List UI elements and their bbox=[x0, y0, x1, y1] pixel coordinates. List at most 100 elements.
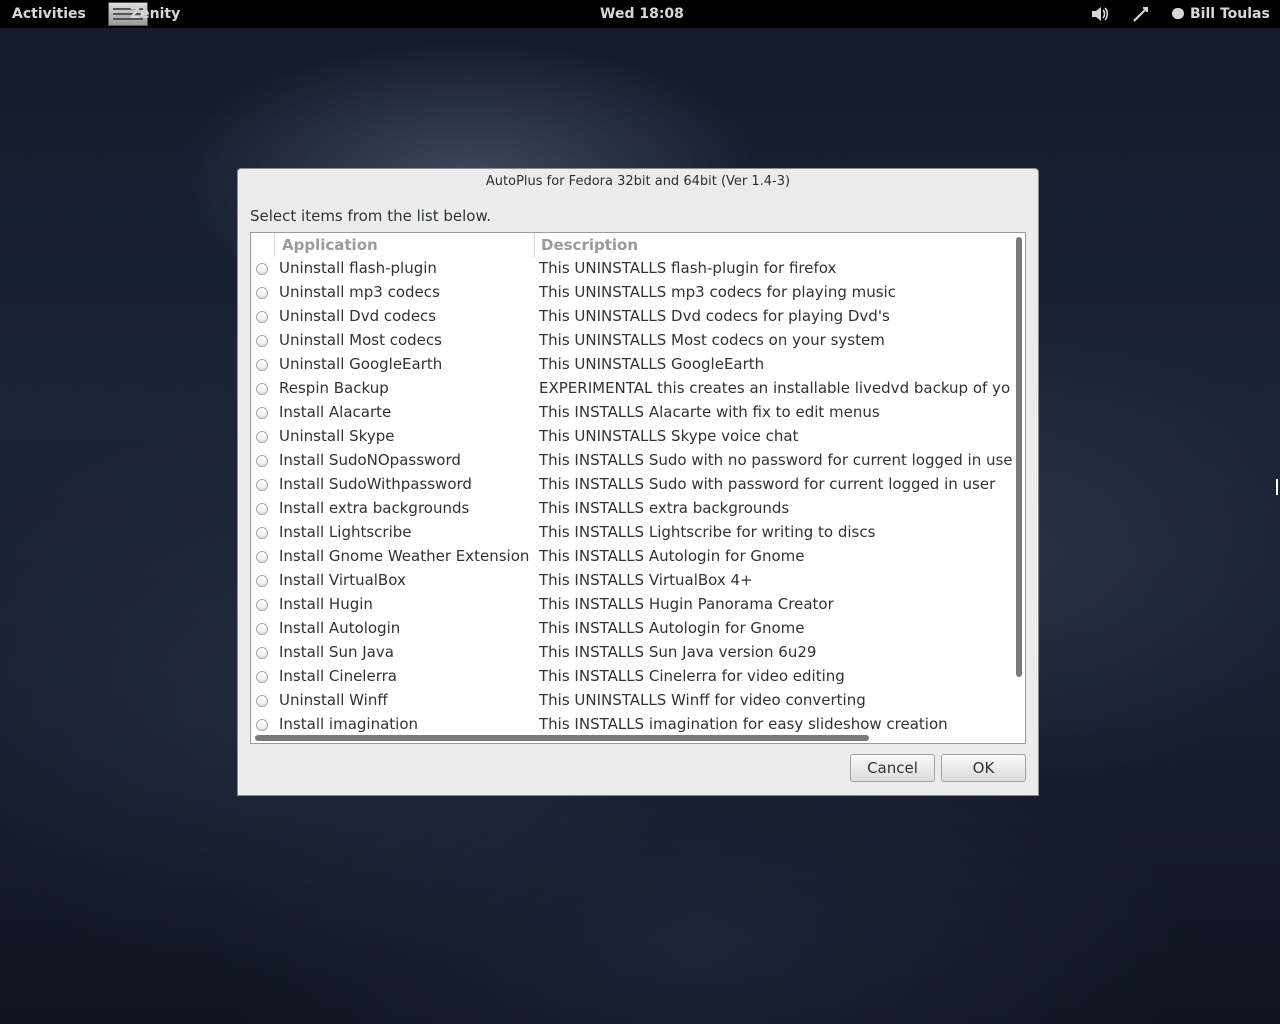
header-application[interactable]: Application bbox=[282, 236, 378, 254]
list-item[interactable]: Uninstall Skype This UNINSTALLS Skype voi… bbox=[251, 425, 1013, 449]
vertical-scroll-thumb[interactable] bbox=[1016, 237, 1022, 677]
list-item[interactable]: Uninstall flash-plugin This UNINSTALLS fl… bbox=[251, 257, 1013, 281]
list-rows: Uninstall flash-plugin This UNINSTALLS fl… bbox=[251, 257, 1013, 733]
row-description: This INSTALLS extra backgrounds bbox=[539, 499, 790, 517]
select-radio[interactable] bbox=[256, 527, 268, 539]
row-application: Install Hugin bbox=[279, 595, 373, 613]
row-description: This INSTALLS Autologin for Gnome bbox=[539, 619, 805, 637]
row-application: Install SudoNOpassword bbox=[279, 451, 461, 469]
row-application: Install Lightscribe bbox=[279, 523, 412, 541]
select-radio[interactable] bbox=[256, 263, 268, 275]
row-description: This INSTALLS Hugin Panorama Creator bbox=[539, 595, 834, 613]
list-item[interactable]: Install imagination This INSTALLS imagina… bbox=[251, 713, 1013, 733]
app-menu-label: Zenity bbox=[130, 6, 181, 22]
horizontal-scroll-thumb[interactable] bbox=[255, 735, 869, 741]
list-item[interactable]: Install Sun Java This INSTALLS Sun Java v… bbox=[251, 641, 1013, 665]
select-radio[interactable] bbox=[256, 503, 268, 515]
row-description: This INSTALLS Sudo with password for cur… bbox=[539, 475, 996, 493]
row-description: This INSTALLS imagination for easy slide… bbox=[539, 715, 948, 733]
user-name: Bill Toulas bbox=[1190, 6, 1270, 22]
list-item[interactable]: Uninstall Dvd codecs This UNINSTALLS Dvd … bbox=[251, 305, 1013, 329]
row-description: This UNINSTALLS Skype voice chat bbox=[539, 427, 799, 445]
row-description: This UNINSTALLS flash-plugin for firefox bbox=[539, 259, 837, 277]
select-radio[interactable] bbox=[256, 575, 268, 587]
select-radio[interactable] bbox=[256, 407, 268, 419]
row-description: This INSTALLS Sun Java version 6u29 bbox=[539, 643, 817, 661]
dialog-prompt: Select items from the list below. bbox=[250, 207, 492, 225]
list-item[interactable]: Install SudoWithpassword This INSTALLS Su… bbox=[251, 473, 1013, 497]
select-radio[interactable] bbox=[256, 719, 268, 731]
list-item[interactable]: Uninstall Winff This UNINSTALLS Winff for… bbox=[251, 689, 1013, 713]
row-description: EXPERIMENTAL this creates an installable… bbox=[539, 379, 1011, 397]
list-item[interactable]: Install SudoNOpassword This INSTALLS Sudo… bbox=[251, 449, 1013, 473]
horizontal-scrollbar[interactable] bbox=[251, 733, 1013, 743]
select-radio[interactable] bbox=[256, 311, 268, 323]
select-radio[interactable] bbox=[256, 551, 268, 563]
ok-button[interactable]: OK bbox=[941, 754, 1026, 782]
list-item[interactable]: Install VirtualBox This INSTALLS VirtualB… bbox=[251, 569, 1013, 593]
list-item[interactable]: Install Autologin This INSTALLS Autologin… bbox=[251, 617, 1013, 641]
header-checkbox-column[interactable] bbox=[251, 233, 275, 257]
list-item[interactable]: Install Hugin This INSTALLS Hugin Panoram… bbox=[251, 593, 1013, 617]
select-radio[interactable] bbox=[256, 695, 268, 707]
row-application: Uninstall GoogleEarth bbox=[279, 355, 443, 373]
activities-button[interactable]: Activities bbox=[12, 6, 86, 22]
autoplus-dialog: AutoPlus for Fedora 32bit and 64bit (Ver… bbox=[237, 168, 1039, 796]
select-radio[interactable] bbox=[256, 647, 268, 659]
select-radio[interactable] bbox=[256, 287, 268, 299]
row-application: Uninstall Winff bbox=[279, 691, 388, 709]
select-radio[interactable] bbox=[256, 335, 268, 347]
row-application: Install imagination bbox=[279, 715, 419, 733]
column-headers: Application Description bbox=[251, 233, 1013, 257]
row-description: This INSTALLS Alacarte with fix to edit … bbox=[539, 403, 880, 421]
list-item[interactable]: Uninstall GoogleEarth This UNINSTALLS Goo… bbox=[251, 353, 1013, 377]
select-radio[interactable] bbox=[256, 479, 268, 491]
row-application: Uninstall Dvd codecs bbox=[279, 307, 437, 325]
select-radio[interactable] bbox=[256, 671, 268, 683]
list-item[interactable]: Respin Backup EXPERIMENTAL this creates a… bbox=[251, 377, 1013, 401]
chat-status-icon bbox=[1172, 8, 1184, 19]
row-application: Uninstall mp3 codecs bbox=[279, 283, 440, 301]
row-application: Install extra backgrounds bbox=[279, 499, 470, 517]
list-item[interactable]: Install Gnome Weather Extension This INST… bbox=[251, 545, 1013, 569]
row-description: This UNINSTALLS mp3 codecs for playing m… bbox=[539, 283, 896, 301]
list-item[interactable]: Install Alacarte This INSTALLS Alacarte w… bbox=[251, 401, 1013, 425]
select-radio[interactable] bbox=[256, 599, 268, 611]
row-application: Uninstall Skype bbox=[279, 427, 395, 445]
text-cursor-icon bbox=[1276, 479, 1280, 495]
select-radio[interactable] bbox=[256, 359, 268, 371]
list-item[interactable]: Uninstall mp3 codecs This UNINSTALLS mp3 … bbox=[251, 281, 1013, 305]
select-radio[interactable] bbox=[256, 431, 268, 443]
top-bar: Activities Zenity Wed 18:08 Bill Toulas bbox=[0, 0, 1280, 28]
list-item[interactable]: Install Cinelerra This INSTALLS Cinelerra… bbox=[251, 665, 1013, 689]
row-application: Install Cinelerra bbox=[279, 667, 397, 685]
list-item[interactable]: Install extra backgrounds This INSTALLS e… bbox=[251, 497, 1013, 521]
row-application: Install Sun Java bbox=[279, 643, 394, 661]
row-application: Install Gnome Weather Extension bbox=[279, 547, 530, 565]
select-radio[interactable] bbox=[256, 623, 268, 635]
row-description: This INSTALLS VirtualBox 4+ bbox=[539, 571, 753, 589]
cancel-button[interactable]: Cancel bbox=[850, 754, 935, 782]
row-description: This UNINSTALLS Winff for video converti… bbox=[539, 691, 866, 709]
user-menu[interactable]: Bill Toulas bbox=[1172, 6, 1270, 22]
accessibility-icon[interactable] bbox=[1132, 5, 1150, 27]
row-application: Install Alacarte bbox=[279, 403, 392, 421]
vertical-scrollbar[interactable] bbox=[1013, 233, 1025, 743]
items-list[interactable]: Application Description Uninstall flash-… bbox=[250, 232, 1026, 744]
select-radio[interactable] bbox=[256, 455, 268, 467]
select-radio[interactable] bbox=[256, 383, 268, 395]
row-description: This UNINSTALLS GoogleEarth bbox=[539, 355, 765, 373]
header-description[interactable]: Description bbox=[541, 236, 638, 254]
column-separator[interactable] bbox=[534, 233, 535, 257]
row-application: Install SudoWithpassword bbox=[279, 475, 472, 493]
volume-icon[interactable] bbox=[1090, 5, 1110, 27]
row-description: This INSTALLS Lightscribe for writing to… bbox=[539, 523, 876, 541]
dialog-title: AutoPlus for Fedora 32bit and 64bit (Ver… bbox=[485, 174, 791, 189]
row-description: This INSTALLS Sudo with no password for … bbox=[539, 451, 1013, 469]
list-item[interactable]: Install Lightscribe This INSTALLS Lightsc… bbox=[251, 521, 1013, 545]
list-item[interactable]: Uninstall Most codecs This UNINSTALLS Mos… bbox=[251, 329, 1013, 353]
row-description: This INSTALLS Cinelerra for video editin… bbox=[539, 667, 845, 685]
clock[interactable]: Wed 18:08 bbox=[600, 6, 684, 22]
row-application: Uninstall Most codecs bbox=[279, 331, 442, 349]
row-description: This UNINSTALLS Dvd codecs for playing D… bbox=[539, 307, 890, 325]
